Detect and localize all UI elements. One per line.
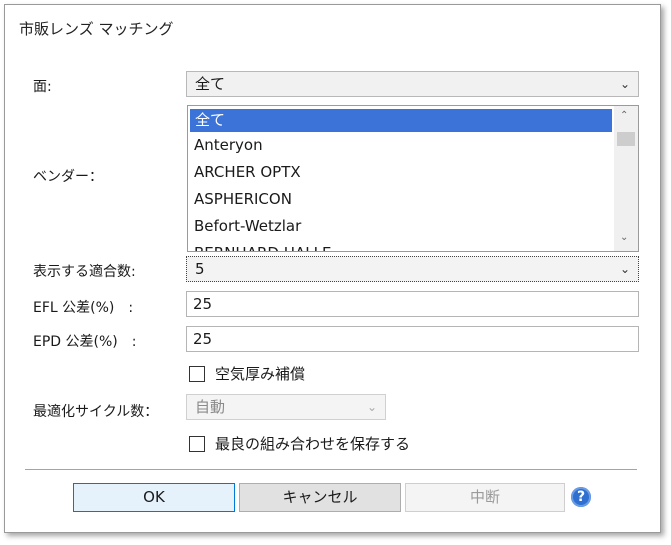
chevron-down-icon: ⌄ [619, 77, 630, 91]
epd-input[interactable]: 25 [186, 326, 639, 352]
divider [25, 469, 637, 470]
scroll-up-icon[interactable]: ⌃ [620, 110, 628, 121]
efl-input[interactable]: 25 [186, 291, 639, 317]
save-best-label: 最良の組み合わせを保存する [215, 435, 411, 453]
scrollbar-thumb[interactable] [617, 132, 635, 146]
vendor-list-item[interactable]: ASPHERICON [188, 186, 638, 213]
vendor-list-item[interactable]: BERNHARD HALLE [188, 240, 638, 251]
vendor-scrollbar[interactable]: ⌃ ⌄ [614, 106, 638, 251]
vendor-listbox[interactable]: 全て Anteryon ARCHER OPTX ASPHERICON Befor… [187, 105, 639, 252]
face-label: 面: [33, 79, 52, 95]
match-count-value: 5 [195, 260, 205, 278]
cycles-value: 自動 [195, 398, 226, 416]
air-thickness-checkbox[interactable]: 空気厚み補償 [189, 363, 305, 384]
vendor-list-item[interactable]: ARCHER OPTX [188, 159, 638, 186]
checkbox-icon[interactable] [189, 435, 205, 452]
vendor-list-item[interactable]: Befort-Wetzlar [188, 213, 638, 240]
abort-button[interactable]: 中断 [405, 483, 565, 512]
help-icon[interactable]: ? [571, 487, 591, 507]
vendor-list-item[interactable]: 全て [190, 109, 612, 132]
ok-button[interactable]: OK [73, 483, 235, 512]
vendor-label: ベンダー： [33, 169, 103, 185]
match-count-label: 表示する適合数: [33, 264, 136, 280]
checkbox-icon[interactable] [189, 365, 205, 382]
epd-label: EPD 公差(%) : [33, 334, 137, 350]
dialog: 市販レンズ マッチング 面: 全て ⌄ ベンダー： 全て Anteryon AR… [4, 4, 661, 533]
match-count-select[interactable]: 5 ⌄ [186, 256, 639, 282]
save-best-checkbox[interactable]: 最良の組み合わせを保存する [189, 433, 410, 454]
cancel-button[interactable]: キャンセル [239, 483, 401, 512]
face-select[interactable]: 全て ⌄ [186, 71, 639, 97]
efl-label: EFL 公差(%) : [33, 300, 134, 316]
chevron-down-icon: ⌄ [619, 262, 630, 276]
dialog-title: 市販レンズ マッチング [19, 20, 174, 38]
scroll-down-icon[interactable]: ⌄ [620, 232, 628, 243]
face-select-value: 全て [195, 75, 226, 93]
cycles-select[interactable]: 自動 ⌄ [186, 394, 386, 420]
cycles-label: 最適化サイクル数： [33, 404, 159, 420]
air-thickness-label: 空気厚み補償 [215, 365, 306, 383]
chevron-down-icon: ⌄ [366, 400, 377, 414]
vendor-list-item[interactable]: Anteryon [188, 132, 638, 159]
